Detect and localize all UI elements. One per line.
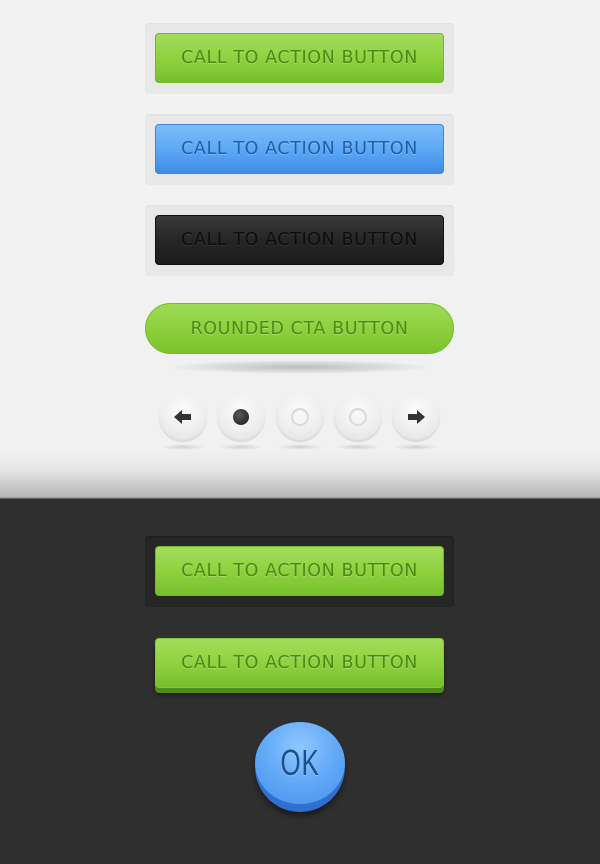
dot-inactive-icon — [349, 408, 367, 426]
ok-button-face: OK — [255, 722, 345, 804]
rounded-cta-button[interactable]: ROUNDED CTA BUTTON — [145, 303, 454, 354]
green-cta-button-dark[interactable]: CALL TO ACTION BUTTON — [155, 546, 444, 596]
button-label: CALL TO ACTION BUTTON — [181, 653, 418, 673]
page-dot-2[interactable] — [276, 393, 324, 441]
ok-button[interactable]: OK — [255, 722, 345, 812]
button-label: CALL TO ACTION BUTTON — [181, 139, 418, 159]
green-cta-button[interactable]: CALL TO ACTION BUTTON — [155, 33, 444, 83]
button-label: ROUNDED CTA BUTTON — [190, 318, 409, 339]
light-section: CALL TO ACTION BUTTON CALL TO ACTION BUT… — [0, 0, 600, 500]
prev-button[interactable] — [159, 393, 207, 441]
arrow-right-icon — [408, 410, 425, 424]
dot-active-icon — [233, 409, 249, 425]
black-cta-button[interactable]: CALL TO ACTION BUTTON — [155, 215, 444, 265]
ok-label: OK — [280, 742, 320, 783]
button-shadow — [277, 444, 323, 450]
button-label: CALL TO ACTION BUTTON — [181, 561, 418, 581]
rounded-button-shadow — [170, 360, 430, 374]
button-shadow — [218, 444, 264, 450]
green-raised-cta-button[interactable]: CALL TO ACTION BUTTON — [155, 638, 444, 688]
arrow-left-icon — [174, 410, 191, 424]
blue-cta-button[interactable]: CALL TO ACTION BUTTON — [155, 124, 444, 174]
button-shadow — [393, 444, 439, 450]
dot-inactive-icon — [291, 408, 309, 426]
page-dot-3[interactable] — [334, 393, 382, 441]
button-shadow — [335, 444, 381, 450]
page-dot-1[interactable] — [217, 393, 265, 441]
button-label: CALL TO ACTION BUTTON — [181, 230, 418, 250]
button-label: CALL TO ACTION BUTTON — [181, 48, 418, 68]
button-shadow — [160, 444, 206, 450]
pagination — [159, 393, 441, 453]
next-button[interactable] — [392, 393, 440, 441]
